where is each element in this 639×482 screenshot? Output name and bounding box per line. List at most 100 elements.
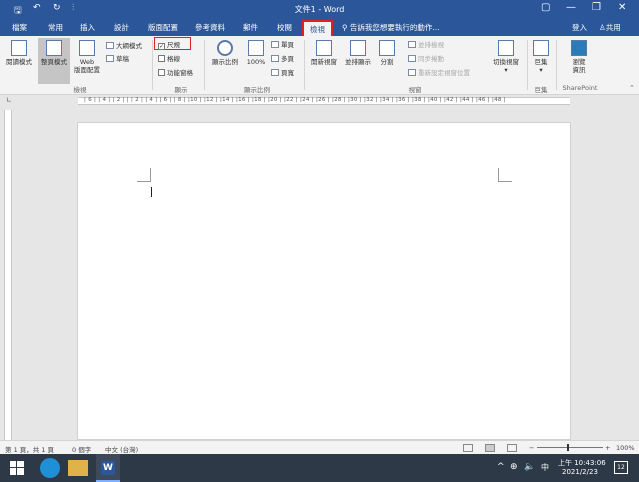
- collapse-ribbon-icon[interactable]: ⌃: [629, 84, 635, 92]
- word-logo-icon: W: [101, 461, 115, 475]
- arrange-all-button[interactable]: 並排顯示: [341, 40, 375, 66]
- file-explorer-icon[interactable]: [68, 460, 88, 476]
- tab-view[interactable]: 檢視: [302, 20, 333, 36]
- zoom-percentage[interactable]: 100%: [616, 444, 635, 452]
- show-hidden-icons[interactable]: ^: [497, 462, 505, 472]
- text-cursor: [151, 187, 152, 197]
- read-mode-button[interactable]: 閱讀模式: [4, 40, 34, 66]
- draft-button[interactable]: 草稿: [106, 55, 129, 63]
- switch-windows-button[interactable]: 切換視窗 ▾: [488, 40, 524, 74]
- tab-mailings[interactable]: 郵件: [243, 22, 258, 33]
- ruler-checkbox[interactable]: ✓ 尺規: [158, 41, 180, 50]
- sign-in-link[interactable]: 登入: [572, 22, 587, 33]
- tab-selector-icon[interactable]: ∟: [6, 96, 12, 104]
- document-page[interactable]: [77, 122, 571, 440]
- notification-center-icon[interactable]: 12: [614, 461, 628, 474]
- zoom-label: 顯示比例: [212, 58, 238, 66]
- ruler-label: 尺規: [167, 41, 180, 49]
- maximize-button[interactable]: ❐: [592, 2, 601, 13]
- clock-time[interactable]: 上午 10:43:06: [558, 458, 606, 468]
- synchronous-scrolling-button[interactable]: 同步捲動: [408, 55, 444, 63]
- view-side-by-side-button[interactable]: 並排檢視: [408, 41, 444, 49]
- side-by-side-label: 並排檢視: [418, 41, 444, 49]
- magnifier-icon: [217, 40, 233, 56]
- group-label-window: 視窗: [408, 86, 422, 94]
- print-layout-view-icon[interactable]: [485, 444, 495, 452]
- browse-label-2: 資訊: [572, 66, 586, 74]
- page-width-button[interactable]: 頁寬: [271, 69, 294, 77]
- ime-indicator[interactable]: 中: [541, 462, 549, 473]
- multiple-pages-button[interactable]: 多頁: [271, 55, 294, 63]
- edge-browser-icon[interactable]: [40, 458, 60, 478]
- tab-design[interactable]: 設計: [114, 22, 129, 33]
- navigation-pane-checkbox[interactable]: 功能窗格: [158, 69, 193, 77]
- macros-label: 巨集: [534, 58, 548, 66]
- switch-windows-label: 切換視窗: [493, 58, 519, 66]
- person-icon: ♙: [599, 23, 606, 32]
- word-count[interactable]: 0 個字: [72, 444, 91, 454]
- group-divider: [527, 40, 528, 90]
- zoom-slider-thumb[interactable]: [567, 444, 569, 451]
- network-icon[interactable]: ⊕: [510, 462, 518, 472]
- reset-position-label: 重新設定視窗位置: [418, 69, 470, 77]
- new-window-button[interactable]: 開新視窗: [307, 40, 341, 66]
- split-label: 分割: [380, 58, 394, 66]
- macros-button[interactable]: 巨集 ▾: [530, 40, 552, 74]
- page-count[interactable]: 第 1 頁，共 1 頁: [5, 444, 54, 454]
- read-mode-view-icon[interactable]: [463, 444, 473, 452]
- ruler-check-icon: ✓: [158, 43, 165, 50]
- tab-references[interactable]: 參考資料: [195, 22, 225, 33]
- tell-me-search[interactable]: ⚲ 告訴我您想要執行的動作...: [342, 22, 440, 33]
- new-window-icon: [316, 40, 332, 56]
- nav-pane-label: 功能窗格: [167, 69, 193, 77]
- group-divider: [152, 40, 153, 90]
- horizontal-ruler: ∟ | 6 | | 4 | | 2 | | | 2 | | 4 | | 6 | …: [0, 95, 639, 107]
- tab-home[interactable]: 常用: [48, 22, 63, 33]
- word-taskbar-icon[interactable]: W: [96, 454, 120, 482]
- ribbon-tabs: 檔案 常用 插入 設計 版面配置 參考資料 郵件 校閱 檢視 ⚲ 告訴我您想要執…: [0, 18, 639, 36]
- web-layout-label-1: Web: [79, 58, 95, 66]
- share-button[interactable]: ♙共用: [599, 22, 621, 33]
- outline-button[interactable]: 大綱模式: [106, 42, 142, 50]
- windows-start-icon[interactable]: [10, 461, 24, 475]
- minimize-button[interactable]: —: [566, 2, 576, 13]
- volume-icon[interactable]: 🔈: [524, 462, 535, 472]
- zoom-out-button[interactable]: −: [529, 444, 534, 452]
- vertical-ruler[interactable]: [4, 110, 12, 440]
- tab-file[interactable]: 檔案: [12, 22, 27, 33]
- zoom-in-button[interactable]: +: [605, 444, 610, 452]
- group-label-zoom: 顯示比例: [244, 86, 270, 94]
- print-layout-button[interactable]: 整頁模式: [38, 38, 70, 84]
- margin-corner-left: [137, 168, 151, 182]
- multiple-pages-icon: [271, 55, 279, 62]
- browse-information-button[interactable]: 瀏覽 資訊: [564, 40, 594, 74]
- gridlines-checkbox[interactable]: 格線: [158, 55, 180, 63]
- margin-corner-right: [498, 168, 512, 182]
- web-layout-view-icon[interactable]: [507, 444, 517, 452]
- split-button[interactable]: 分割: [376, 40, 398, 66]
- zoom-100-button[interactable]: 100%: [244, 40, 268, 66]
- web-layout-button[interactable]: Web 版面配置: [71, 40, 103, 74]
- zoom-slider-track[interactable]: [537, 447, 603, 448]
- read-mode-icon: [11, 40, 27, 56]
- browse-label-1: 瀏覽: [572, 58, 586, 66]
- nav-pane-box: [158, 69, 165, 76]
- tell-me-text: 告訴我您想要執行的動作...: [349, 23, 440, 32]
- draft-label: 草稿: [116, 55, 129, 63]
- group-divider: [304, 40, 305, 90]
- zoom-button[interactable]: 顯示比例: [208, 40, 242, 66]
- new-window-label: 開新視窗: [311, 58, 337, 66]
- ribbon-display-options-icon[interactable]: ▢: [541, 2, 550, 13]
- one-page-button[interactable]: 單頁: [271, 41, 294, 49]
- group-divider: [556, 40, 557, 90]
- reset-window-position-button[interactable]: 重新設定視窗位置: [408, 69, 470, 77]
- close-button[interactable]: ✕: [618, 2, 626, 13]
- tab-insert[interactable]: 插入: [80, 22, 95, 33]
- language-indicator[interactable]: 中文 (台灣): [105, 444, 138, 454]
- tab-layout[interactable]: 版面配置: [148, 22, 178, 33]
- clock-date[interactable]: 2021/2/23: [562, 468, 598, 476]
- tab-review[interactable]: 校閱: [277, 22, 292, 33]
- title-bar: 🖫 ↶ ↻ ⫶ 文件1 - Word ▢ — ❐ ✕: [0, 0, 639, 18]
- page-width-label: 頁寬: [281, 69, 294, 77]
- one-page-label: 單頁: [281, 41, 294, 49]
